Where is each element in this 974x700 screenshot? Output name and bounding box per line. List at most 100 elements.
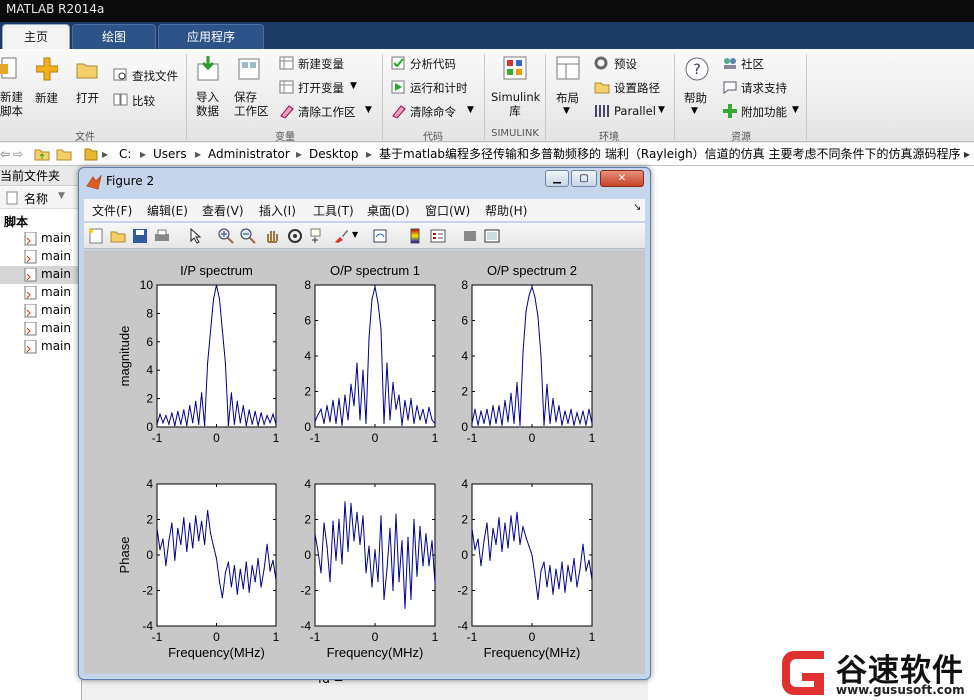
forward-arrow-icon[interactable]: ⇨ [13,143,23,165]
menu-tools[interactable]: 工具(T) [313,202,354,219]
menu-desktop[interactable]: 桌面(D) [367,202,410,219]
data-point [413,422,415,424]
menu-view[interactable]: 查看(V) [202,202,244,219]
column-name-header[interactable]: 名称 [24,190,48,207]
file-list-item[interactable]: main_4 [0,284,82,302]
menu-help[interactable]: 帮助(H) [485,202,527,219]
breadcrumb-users[interactable]: Users [153,143,187,165]
open-button[interactable]: 打开 [76,90,99,106]
tab-home[interactable]: 主页 [2,24,70,49]
run-and-time-button[interactable]: 运行和计时 [410,80,468,96]
data-point [317,414,319,416]
axes-box [156,284,277,428]
tab-plots[interactable]: 绘图 [72,24,156,49]
file-list-item[interactable]: main_3 [0,266,82,284]
breadcrumb-drive[interactable]: C: [119,143,131,165]
menu-file[interactable]: 文件(F) [92,202,132,219]
help-dropdown-icon[interactable]: ▼ [691,106,698,116]
open-variable-button[interactable]: 打开变量 [298,80,344,96]
link-plot-icon[interactable] [372,228,390,244]
layout-dropdown-icon[interactable]: ▼ [563,106,570,116]
add-ons-dropdown-icon[interactable]: ▼ [792,105,799,115]
layout-button[interactable]: 布局 [556,90,579,106]
sort-arrow-icon[interactable]: ▼ [58,191,65,201]
file-list-header[interactable]: 名称 ▼ [0,187,82,209]
breadcrumb-project-folder[interactable]: 基于matlab编程多径传输和多普勒频移的 瑞利（Rayleigh）信道的仿真 … [379,143,963,165]
browse-folder-icon[interactable] [56,147,72,161]
breadcrumb-desktop[interactable]: Desktop [309,143,359,165]
breadcrumb-administrator[interactable]: Administrator [208,143,290,165]
tab-apps[interactable]: 应用程序 [158,24,264,49]
open-variable-dropdown-icon[interactable]: ▼ [350,81,357,91]
back-arrow-icon[interactable]: ⇦ [0,143,10,165]
menu-edit[interactable]: 编辑(E) [147,202,188,219]
rotate-3d-icon[interactable] [287,228,303,244]
compare-button[interactable]: 比较 [132,93,155,109]
add-ons-button[interactable]: 附加功能 [741,104,787,120]
new-button[interactable]: 新建 [35,90,58,106]
insert-colorbar-icon[interactable] [408,228,422,244]
preferences-gear-icon [594,56,608,70]
script-file-icon [24,268,37,282]
open-file-icon[interactable] [110,228,126,244]
new-variable-button[interactable]: 新建变量 [298,56,344,72]
clear-commands-button[interactable]: 清除命令 [410,104,456,120]
y-tick-label: 6 [461,314,468,328]
new-script-button[interactable]: 新建 脚本 [0,90,23,118]
up-folder-icon[interactable] [34,147,50,161]
menu-window[interactable]: 窗口(W) [425,202,470,219]
data-point [431,540,433,542]
zoom-out-icon[interactable] [240,228,256,244]
menubar-dock-arrow-icon[interactable]: ↘ [633,202,641,213]
community-button[interactable]: 社区 [741,56,764,72]
breadcrumb-more-arrow-icon[interactable]: ▸ [964,143,970,165]
file-list-item[interactable]: main_1 [0,230,82,248]
request-support-button[interactable]: 请求支持 [741,80,787,96]
clear-commands-dropdown-icon[interactable]: ▼ [467,105,474,115]
import-data-button[interactable]: 导入 数据 [196,90,219,118]
parallel-button[interactable]: Parallel [614,104,656,118]
zoom-in-icon[interactable] [218,228,234,244]
help-button[interactable]: 帮助 [684,90,707,106]
data-point [528,545,530,547]
file-list-item[interactable]: main_5 [0,302,82,320]
parallel-dropdown-icon[interactable]: ▼ [658,105,665,115]
insert-legend-icon[interactable] [430,228,446,244]
minimize-icon: ▁ [553,173,561,184]
hide-plot-tools-icon[interactable] [462,228,478,244]
data-point [221,597,223,599]
brush-dropdown-icon[interactable]: ▼ [352,230,358,239]
data-cursor-icon[interactable] [310,228,326,244]
edit-plot-arrow-icon[interactable] [188,228,204,244]
maximize-button[interactable]: ▢ [571,170,597,187]
data-point [266,415,268,417]
new-figure-icon[interactable] [88,228,104,244]
file-list-item[interactable]: main_7 [0,338,82,356]
find-files-button[interactable]: 查找文件 [132,68,178,84]
figure-title: Figure 2 [106,174,155,188]
pan-hand-icon[interactable] [264,228,280,244]
save-workspace-button[interactable]: 保存 工作区 [234,90,269,118]
brush-icon[interactable] [333,228,349,244]
preferences-button[interactable]: 预设 [614,56,637,72]
data-point [585,570,587,572]
clear-workspace-dropdown-icon[interactable]: ▼ [365,105,372,115]
show-plot-tools-icon[interactable] [484,228,500,244]
minimize-button[interactable]: ▁ [545,170,569,187]
file-list-item[interactable]: main_2 [0,248,82,266]
file-list-item[interactable]: main_6 [0,320,82,338]
print-icon[interactable] [154,228,170,244]
close-button[interactable]: ✕ [600,170,644,187]
group-label-variable: 变量 [275,132,295,143]
new-variable-icon [279,56,294,70]
set-path-button[interactable]: 设置路径 [614,80,660,96]
current-folder-address-bar[interactable]: ⇦ ⇨ ▸ C: ▸ Users ▸ Administrator ▸ Deskt… [0,143,974,166]
menu-insert[interactable]: 插入(I) [259,202,296,219]
clear-workspace-button[interactable]: 清除工作区 [298,104,356,120]
set-path-icon [594,82,610,94]
simulink-library-button[interactable]: Simulink 库 [491,90,540,118]
analyze-code-button[interactable]: 分析代码 [410,56,456,72]
command-window[interactable] [648,166,974,700]
save-icon[interactable] [132,228,148,244]
data-point [272,559,274,561]
